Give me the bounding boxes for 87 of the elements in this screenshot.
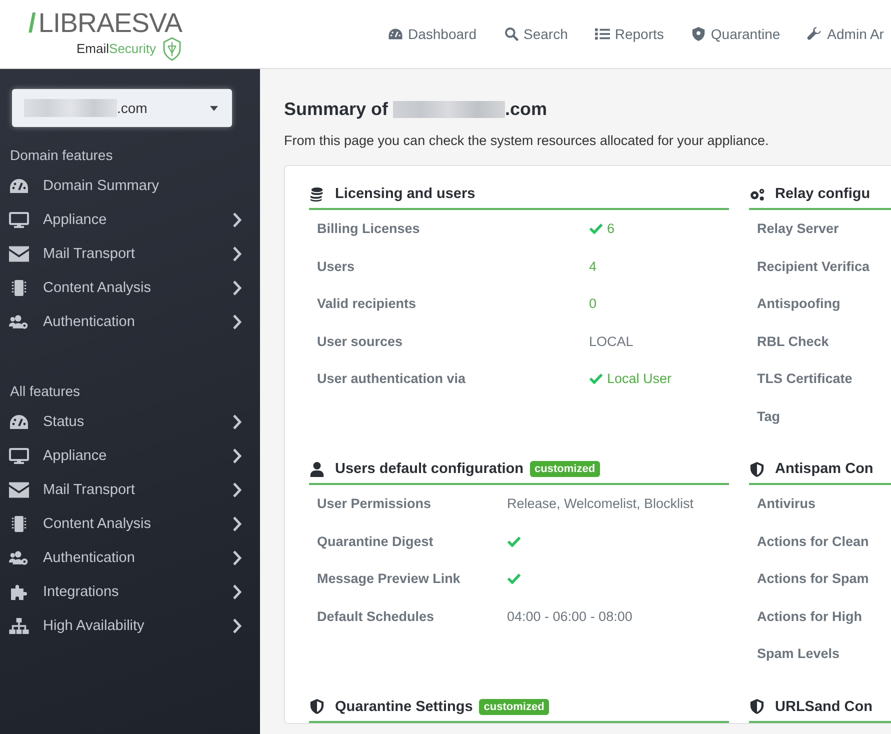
nav-link[interactable]: Admin Ar: [807, 26, 884, 42]
row-value: 4: [589, 258, 597, 274]
row-label: Users: [316, 258, 356, 274]
gauge-icon: [9, 414, 29, 430]
row-label: TLS Certificate: [756, 371, 852, 386]
row-label: Spam Levels: [756, 646, 840, 662]
page-title: Summary of: [284, 99, 388, 120]
row-value: 6: [607, 221, 615, 236]
domain-select[interactable]: .com: [12, 89, 232, 127]
row-label: RBL Check: [756, 334, 829, 349]
nav-link[interactable]: Quarantine: [690, 26, 780, 42]
nav-link[interactable]: Dashboard: [388, 26, 476, 42]
sidebar-item[interactable]: Appliance: [0, 439, 260, 473]
row-label: User sources: [316, 334, 404, 349]
gauge-icon: [9, 178, 29, 194]
puzzle-icon: [9, 584, 29, 600]
chip-icon: [9, 516, 29, 532]
logo-slash: /: [28, 8, 36, 38]
shield-network-icon: [162, 36, 182, 60]
row-value: LOCAL: [589, 334, 634, 349]
row-label: User authentication via: [316, 371, 467, 386]
row-label: Relay Server: [756, 221, 839, 236]
section-title: URLSand Con: [775, 698, 872, 714]
row-value: 04:00 - 06:00 - 08:00: [507, 608, 632, 624]
row-label: Valid recipients: [316, 296, 418, 312]
sidebar-item[interactable]: Domain Summary: [0, 169, 260, 203]
monitor-icon: [9, 212, 29, 228]
row-label: Default Schedules: [316, 608, 436, 624]
row-value: 0: [589, 296, 597, 312]
row-label: Actions for Spam: [756, 571, 869, 586]
row-label: Actions for Clean: [756, 534, 869, 549]
sidebar-item[interactable]: High Availability: [0, 609, 260, 643]
logo-text: LIBRAESVA: [38, 8, 182, 38]
sidebar-item[interactable]: Appliance: [0, 203, 260, 237]
row-label: Antivirus: [756, 496, 816, 512]
status-badge: customized: [530, 461, 600, 477]
user-icon: [309, 462, 325, 476]
row-value: Release, Welcomelist, Blocklist: [507, 496, 694, 512]
status-badge: customized: [478, 698, 550, 714]
row-label: Recipient Verifica: [756, 258, 870, 274]
row-label: Antispoofing: [756, 296, 840, 312]
sidebar-section-title: All features: [9, 382, 82, 401]
shield-icon: [749, 462, 765, 476]
sitemap-icon: [9, 618, 29, 634]
row-label: Billing Licenses: [316, 221, 421, 236]
sidebar-item[interactable]: Mail Transport: [0, 473, 260, 507]
sidebar-item[interactable]: Integrations: [0, 575, 260, 609]
search-icon: [504, 27, 518, 41]
nav-link[interactable]: Search: [504, 26, 568, 42]
row-label: Tag: [756, 408, 780, 424]
row-label: User Permissions: [316, 496, 432, 512]
page-description: From this page you can check the system resources allocated for your appliance.: [284, 133, 770, 148]
sidebar-item[interactable]: Authentication: [0, 541, 260, 575]
shield-icon: [309, 699, 325, 714]
section-title: Licensing and users: [335, 186, 476, 202]
list-icon: [594, 27, 610, 41]
row-label: Message Preview Link: [316, 571, 462, 586]
row-label: Quarantine Digest: [316, 534, 434, 549]
users-gear-icon: [9, 550, 29, 566]
gears-icon: [749, 186, 765, 202]
gauge-icon: [388, 27, 403, 41]
sidebar-section-title: Domain features: [9, 146, 114, 165]
section-title: Antispam Con: [775, 461, 874, 477]
envelope-icon: [9, 246, 29, 262]
section-title: Relay configu: [775, 186, 870, 202]
shield-icon: [690, 27, 706, 41]
envelope-icon: [9, 482, 29, 498]
section-title: Users default configuration: [335, 461, 524, 477]
sidebar-item[interactable]: Content Analysis: [0, 271, 260, 305]
sidebar-item[interactable]: Status: [0, 405, 260, 439]
caret-down-icon: [210, 106, 218, 110]
section-title: Quarantine Settings: [335, 698, 473, 714]
shield-icon: [749, 699, 765, 714]
row-label: Actions for High: [756, 608, 862, 624]
nav-link[interactable]: Reports: [594, 26, 664, 42]
users-gear-icon: [9, 314, 29, 330]
wrench-icon: [807, 27, 822, 41]
coins-icon: [309, 186, 325, 202]
sidebar-item[interactable]: Mail Transport: [0, 237, 260, 271]
sidebar-item[interactable]: Authentication: [0, 305, 260, 339]
product-name: EmailSecurity: [76, 41, 156, 56]
chip-icon: [9, 280, 29, 296]
sidebar-item[interactable]: Content Analysis: [0, 507, 260, 541]
domain-suffix: .com: [117, 100, 148, 116]
page-title-suffix: .com: [505, 99, 548, 120]
row-value: Local User: [607, 371, 672, 386]
monitor-icon: [9, 448, 29, 464]
